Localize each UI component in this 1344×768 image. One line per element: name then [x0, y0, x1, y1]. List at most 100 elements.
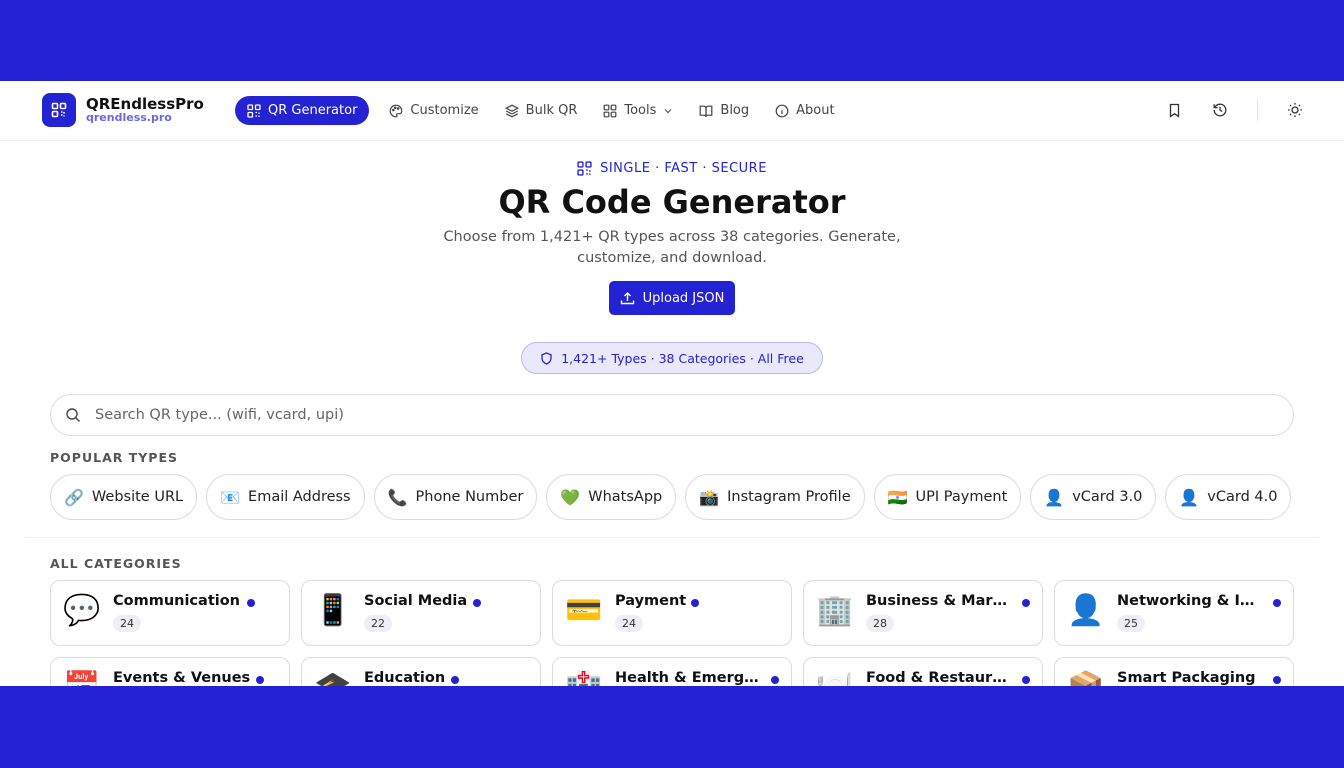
nav-bulk-qr[interactable]: Bulk QR — [499, 96, 584, 125]
nav-customize[interactable]: Customize — [383, 96, 484, 125]
status-dot — [1022, 676, 1030, 684]
hospital-icon: 🏥 — [565, 670, 602, 686]
person-icon: 👤 — [1179, 487, 1200, 507]
category-count-badge: 24 — [113, 615, 141, 632]
category-name: Social Media — [364, 593, 468, 609]
history-icon — [1213, 103, 1227, 117]
bookmarks-button[interactable] — [1165, 101, 1183, 119]
chevron-down-icon — [664, 108, 672, 113]
layers-icon — [504, 104, 519, 117]
package-icon: 📦 — [1067, 670, 1104, 686]
category-card-food-restaurant[interactable]: 🍽️ Food & Restaurant — [803, 657, 1043, 686]
category-name: Food & Restaurant — [866, 670, 1012, 686]
theme-toggle-button[interactable] — [1286, 101, 1304, 119]
category-card-networking-identity[interactable]: 👤 Networking & Identity 25 — [1054, 580, 1294, 646]
logo[interactable] — [42, 93, 76, 127]
email-icon: 📧 — [220, 487, 241, 507]
chip-label: vCard 4.0 — [1207, 489, 1278, 505]
qr-icon — [577, 161, 592, 176]
shield-icon — [541, 351, 552, 365]
category-card-social-media[interactable]: 📱 Social Media 22 — [301, 580, 541, 646]
category-count-badge: 22 — [364, 615, 392, 632]
theme-sun-icon — [1288, 103, 1302, 117]
nav-blog-label: Blog — [720, 103, 750, 118]
info-icon — [775, 104, 789, 117]
book-icon — [700, 105, 713, 117]
category-name: Smart Packaging — [1117, 670, 1256, 686]
bookmark-icon — [1169, 103, 1179, 118]
nav-about-label: About — [796, 103, 835, 118]
popular-chip-email-address[interactable]: 📧 Email Address — [206, 474, 365, 520]
category-card-health-emergency[interactable]: 🏥 Health & Emergency — [552, 657, 792, 686]
section-divider — [25, 537, 1319, 538]
upload-json-label: Upload JSON — [642, 290, 725, 306]
phone-icon: 📞 — [387, 487, 408, 507]
status-dot — [1022, 599, 1030, 607]
nav-qr-generator[interactable]: QR Generator — [235, 96, 370, 125]
popular-chip-vcard-4[interactable]: 👤 vCard 4.0 — [1165, 474, 1292, 520]
chip-label: WhatsApp — [588, 489, 663, 505]
category-name: Education — [364, 670, 446, 686]
nav-divider — [1257, 99, 1258, 121]
popular-chip-whatsapp[interactable]: 💚 WhatsApp — [546, 474, 677, 520]
popular-types-heading: POPULAR TYPES — [50, 450, 178, 465]
chip-label: vCard 3.0 — [1072, 489, 1143, 505]
category-card-business-marketing[interactable]: 🏢 Business & Marketing 28 — [803, 580, 1043, 646]
popular-chip-website-url[interactable]: 🔗 Website URL — [50, 474, 198, 520]
chip-label: Website URL — [91, 489, 184, 505]
status-dot — [771, 676, 779, 684]
chip-label: UPI Payment — [915, 489, 1008, 505]
nav-tools[interactable]: Tools — [597, 96, 679, 125]
search-input[interactable] — [95, 407, 1293, 423]
credit-card-icon: 💳 — [565, 593, 603, 628]
category-name: Communication — [113, 593, 241, 609]
calendar-icon: 📅 — [63, 670, 100, 686]
category-count-badge: 28 — [866, 615, 894, 632]
category-name: Health & Emergency — [615, 670, 761, 686]
category-name: Networking & Identity — [1117, 593, 1263, 609]
nav-actions — [1165, 99, 1304, 121]
brand-domain: qrendless.pro — [86, 111, 172, 124]
upload-json-button[interactable]: Upload JSON — [609, 281, 735, 315]
nav-about[interactable]: About — [769, 96, 840, 125]
hero-eyebrow-text: SINGLE · FAST · SECURE — [600, 161, 767, 176]
category-count-badge: 25 — [1117, 615, 1145, 632]
india-flag-icon: 🇮🇳 — [887, 487, 908, 507]
app-frame: QREndlessPro qrendless.pro QR Generator … — [0, 81, 1344, 686]
green-heart-icon: 💚 — [560, 487, 581, 507]
history-button[interactable] — [1211, 101, 1229, 119]
popular-chip-instagram-profile[interactable]: 📸 Instagram Profile — [685, 474, 865, 520]
nav-customize-label: Customize — [410, 103, 479, 118]
qr-logo-icon — [51, 102, 67, 118]
camera-flash-icon: 📸 — [699, 487, 720, 507]
nav-bulk-qr-label: Bulk QR — [525, 103, 578, 118]
nav-tools-label: Tools — [624, 103, 657, 118]
status-dot — [691, 599, 699, 607]
upload-icon — [620, 291, 634, 304]
category-card-education[interactable]: 🎓 Education — [301, 657, 541, 686]
page-title: QR Code Generator — [498, 183, 846, 221]
status-dot — [256, 676, 264, 684]
category-card-smart-packaging[interactable]: 📦 Smart Packaging — [1054, 657, 1294, 686]
link-icon: 🔗 — [64, 487, 84, 507]
category-count-badge: 24 — [615, 615, 643, 632]
popular-chip-phone-number[interactable]: 📞 Phone Number — [373, 474, 538, 520]
category-card-communication[interactable]: 💬 Communication 24 — [50, 580, 290, 646]
person-icon: 👤 — [1067, 593, 1105, 628]
search-bar — [50, 394, 1294, 436]
top-navbar: QREndlessPro qrendless.pro QR Generator … — [0, 81, 1344, 141]
qr-icon — [247, 103, 261, 118]
category-card-events-venues[interactable]: 📅 Events & Venues — [50, 657, 290, 686]
popular-chip-upi-payment[interactable]: 🇮🇳 UPI Payment — [873, 474, 1022, 520]
person-icon: 👤 — [1044, 487, 1065, 507]
all-categories-heading: ALL CATEGORIES — [50, 556, 182, 571]
popular-chip-vcard-3[interactable]: 👤 vCard 3.0 — [1030, 474, 1157, 520]
category-name: Payment — [615, 593, 687, 609]
category-card-payment[interactable]: 💳 Payment 24 — [552, 580, 792, 646]
chip-label: Phone Number — [415, 489, 524, 505]
chip-label: Email Address — [248, 489, 351, 505]
nav-blog[interactable]: Blog — [693, 96, 755, 125]
status-dot — [451, 676, 459, 684]
search-icon — [66, 408, 80, 422]
status-dot — [247, 599, 255, 607]
